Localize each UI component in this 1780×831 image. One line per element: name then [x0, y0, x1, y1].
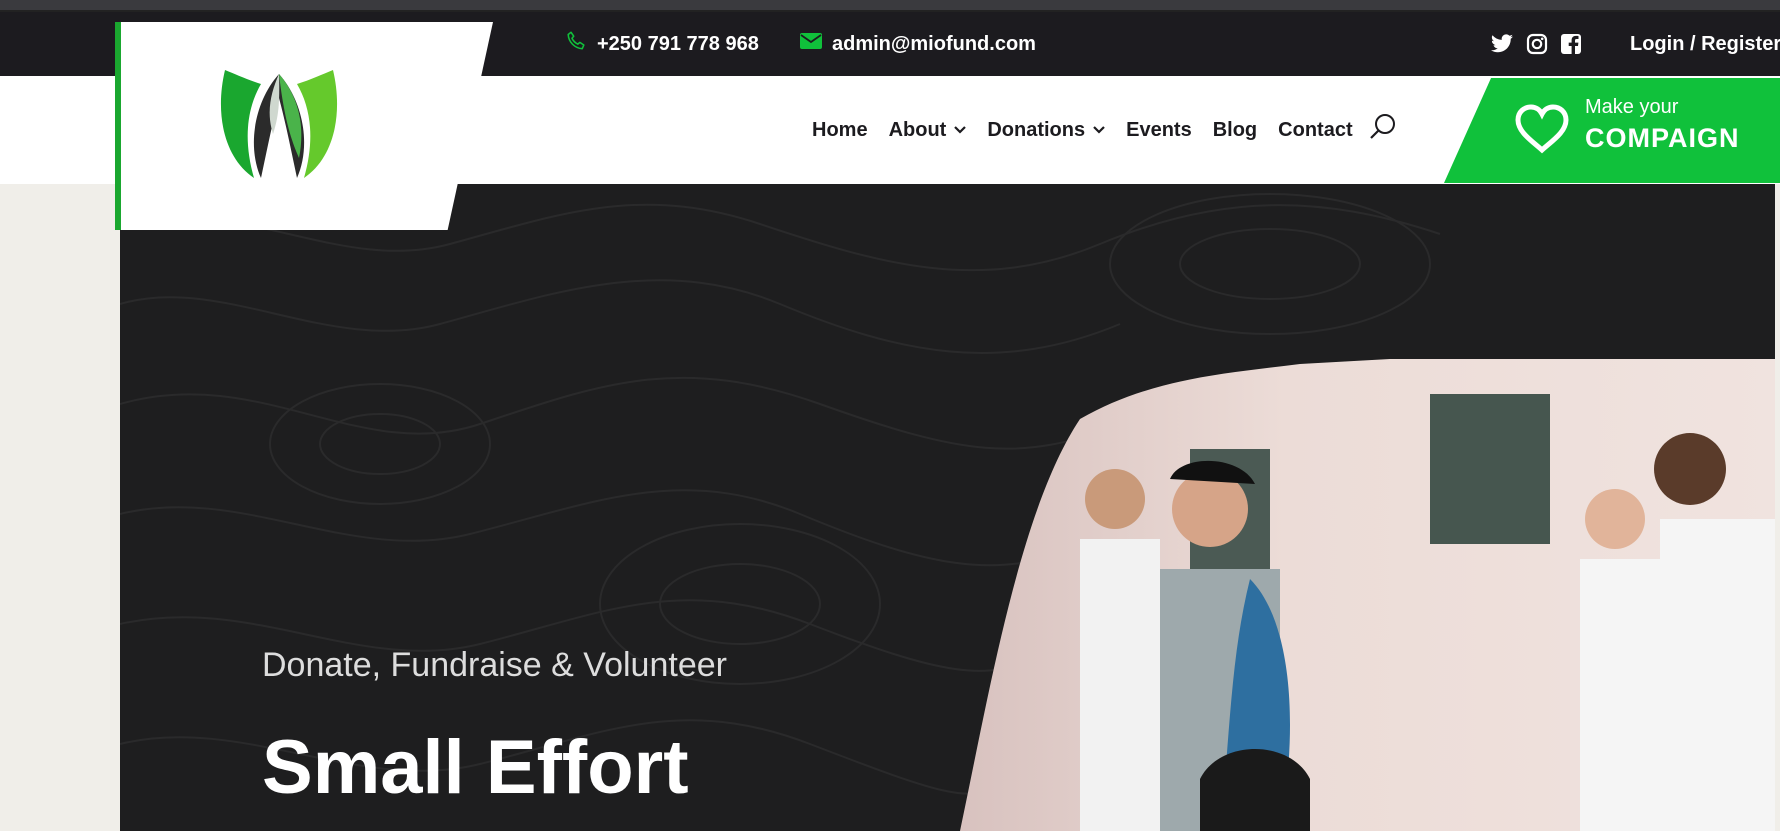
chevron-down-icon — [954, 126, 967, 134]
nav-item-events[interactable]: Events — [1126, 119, 1192, 142]
primary-nav: Home About Donations Events Blog Contact — [812, 76, 1353, 184]
cta-line1: Make your — [1585, 96, 1679, 118]
hero-section: Donate, Fundraise & Volunteer Small Effo… — [120, 184, 1775, 831]
nav-item-donations[interactable]: Donations — [987, 119, 1105, 142]
heart-icon — [1515, 104, 1569, 154]
nav-item-contact[interactable]: Contact — [1278, 119, 1352, 142]
logo-container[interactable] — [115, 22, 493, 230]
nav-item-label: Donations — [987, 118, 1086, 141]
logo-icon — [220, 70, 338, 178]
nav-item-label: About — [888, 118, 947, 141]
volunteers-photo — [960, 359, 1775, 831]
facebook-icon[interactable] — [1560, 33, 1582, 55]
hero-subtitle: Donate, Fundraise & Volunteer — [262, 646, 727, 684]
browser-chrome-strip — [0, 0, 1780, 12]
search-button[interactable] — [1368, 113, 1398, 148]
phone-contact[interactable]: +250 791 778 968 — [565, 12, 759, 76]
hero-headline: Small Effort — [262, 725, 689, 810]
twitter-icon[interactable] — [1490, 34, 1514, 54]
instagram-icon[interactable] — [1526, 33, 1548, 55]
search-icon — [1370, 114, 1395, 139]
social-links — [1490, 12, 1582, 76]
nav-item-about[interactable]: About — [889, 119, 967, 142]
make-campaign-button[interactable]: Make your COMPAIGN — [1444, 78, 1780, 183]
nav-item-home[interactable]: Home — [812, 119, 868, 142]
phone-number: +250 791 778 968 — [597, 32, 759, 55]
phone-icon — [565, 30, 597, 58]
cta-line2: COMPAIGN — [1585, 123, 1740, 153]
email-contact[interactable]: admin@miofund.com — [800, 12, 1036, 76]
email-address: admin@miofund.com — [832, 32, 1036, 55]
envelope-icon — [800, 32, 832, 56]
login-register-link[interactable]: Login / Register — [1630, 12, 1780, 76]
page-edge — [1775, 184, 1780, 831]
chevron-down-icon — [1093, 126, 1105, 134]
nav-item-blog[interactable]: Blog — [1213, 119, 1257, 142]
